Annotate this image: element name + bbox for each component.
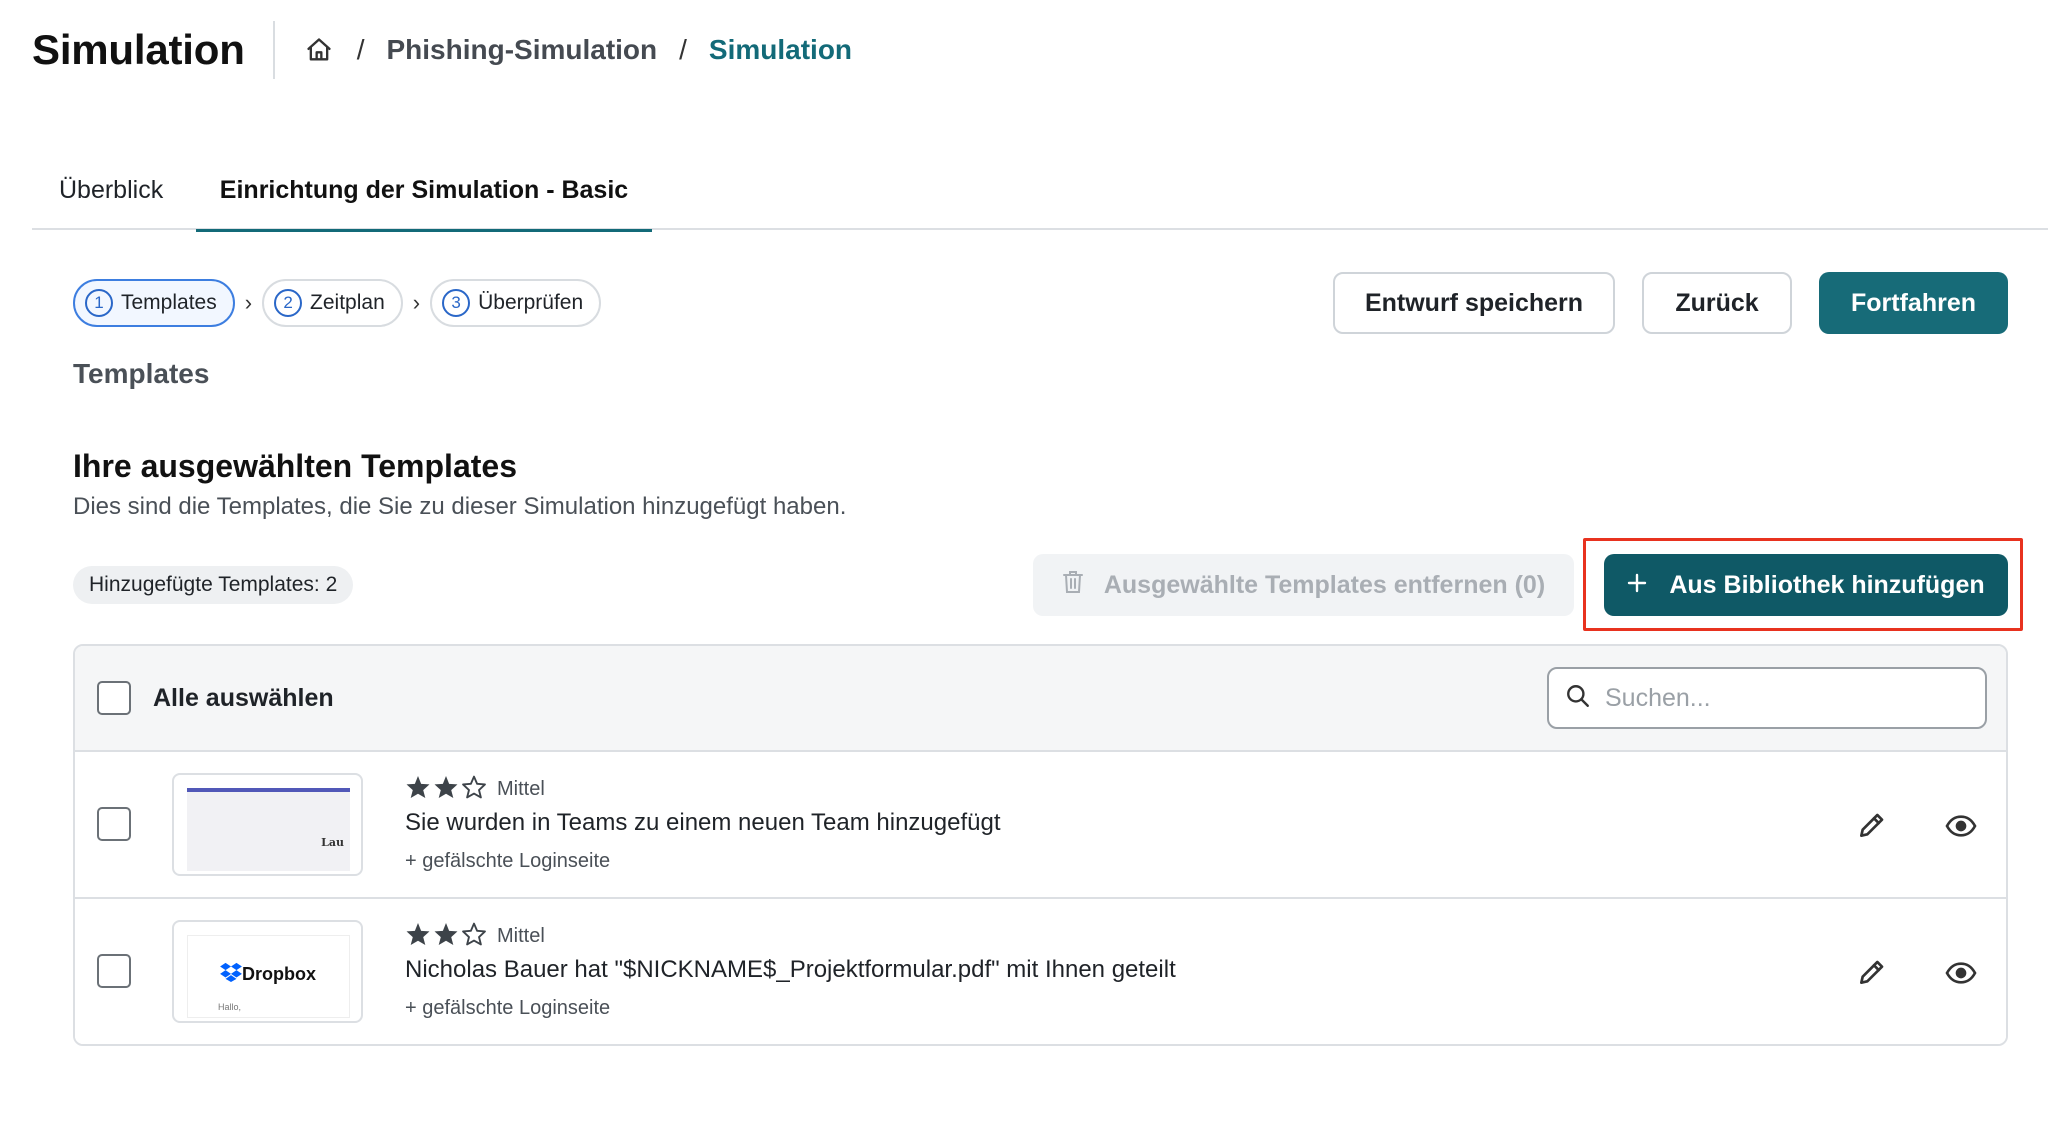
star-filled-icon: [405, 775, 433, 804]
star-empty-icon: [461, 922, 489, 951]
difficulty-level: Mittel: [497, 778, 545, 800]
breadcrumb-separator: /: [356, 34, 365, 65]
template-thumbnail[interactable]: Dropbox Hallo,: [172, 920, 363, 1023]
dropbox-logo: Dropbox: [220, 962, 316, 987]
step-label: Überprüfen: [478, 291, 584, 314]
table-row: Lau Mittel Sie wurden in Teams zu einem …: [75, 752, 2006, 899]
star-filled-icon: [405, 922, 433, 951]
back-button[interactable]: Zurück: [1642, 272, 1792, 334]
difficulty-rating: Mittel: [405, 922, 545, 951]
continue-button[interactable]: Fortfahren: [1819, 272, 2008, 334]
save-draft-button[interactable]: Entwurf speichern: [1333, 272, 1615, 334]
template-subtitle: + gefälschte Loginseite: [405, 850, 611, 872]
pencil-icon[interactable]: [1856, 956, 1888, 988]
template-subtitle: + gefälschte Loginseite: [405, 997, 611, 1019]
select-all-label: Alle auswählen: [153, 684, 334, 712]
section-label: Templates: [73, 358, 210, 389]
template-thumbnail[interactable]: Lau: [172, 773, 363, 876]
pencil-icon[interactable]: [1856, 809, 1888, 841]
search-icon: [1565, 683, 1591, 714]
template-title: Sie wurden in Teams zu einem neuen Team …: [405, 809, 1001, 836]
star-filled-icon: [433, 922, 461, 951]
search-input[interactable]: Suchen...: [1547, 667, 1987, 729]
eye-icon[interactable]: [1945, 957, 1977, 989]
thumbnail-greeting: Hallo,: [218, 1002, 242, 1012]
home-icon[interactable]: [305, 35, 335, 65]
eye-icon[interactable]: [1945, 810, 1977, 842]
tab-overview[interactable]: Überblick: [59, 150, 163, 230]
page-title: Simulation: [32, 26, 245, 73]
tab-setup-basic[interactable]: Einrichtung der Simulation - Basic: [196, 150, 652, 232]
remove-selected-button[interactable]: Ausgewählte Templates entfernen (0): [1033, 554, 1574, 616]
header-divider: [272, 21, 275, 79]
row-checkbox[interactable]: [97, 954, 131, 988]
breadcrumb: / Phishing-Simulation / Simulation: [305, 34, 852, 66]
difficulty-level: Mittel: [497, 925, 545, 947]
chevron-right-icon: ›: [244, 290, 253, 315]
difficulty-rating: Mittel: [405, 775, 545, 804]
step-label: Templates: [121, 291, 217, 314]
step-number: 2: [274, 289, 303, 317]
dropbox-brand-text: Dropbox: [242, 964, 316, 984]
chevron-right-icon: ›: [412, 290, 421, 315]
selected-templates-title: Ihre ausgewählten Templates: [73, 448, 517, 484]
star-filled-icon: [433, 775, 461, 804]
dropbox-icon: [220, 962, 242, 987]
star-empty-icon: [461, 775, 489, 804]
template-count-badge: Hinzugefügte Templates: 2: [73, 566, 354, 604]
table-header: Alle auswählen Suchen...: [75, 646, 2006, 752]
remove-selected-label: Ausgewählte Templates entfernen (0): [1103, 570, 1546, 599]
step-review[interactable]: 3 Überprüfen: [430, 279, 602, 327]
thumbnail-bar: [187, 788, 350, 792]
template-title: Nicholas Bauer hat "$NICKNAME$_Projektfo…: [405, 956, 1176, 983]
thumbnail-text: Lau: [321, 836, 344, 849]
table-row: Dropbox Hallo, Mittel Nicholas Bauer hat…: [75, 899, 2006, 1044]
breadcrumb-simulation[interactable]: Simulation: [709, 34, 852, 66]
row-checkbox[interactable]: [97, 807, 131, 841]
step-number: 1: [85, 289, 113, 317]
select-all-checkbox[interactable]: [97, 681, 131, 715]
highlight-annotation: [1583, 538, 2023, 631]
templates-table: Alle auswählen Suchen... Lau Mittel Sie …: [73, 644, 2008, 1046]
step-templates[interactable]: 1 Templates: [73, 279, 235, 327]
stepper: 1 Templates › 2 Zeitplan › 3 Überprüfen: [73, 279, 602, 327]
thumbnail-preview: Dropbox Hallo,: [187, 935, 350, 1018]
trash-icon: [1062, 570, 1084, 601]
page-header: Simulation / Phishing-Simulation / Simul…: [32, 20, 852, 80]
step-label: Zeitplan: [310, 291, 385, 314]
step-schedule[interactable]: 2 Zeitplan: [262, 279, 403, 327]
search-placeholder: Suchen...: [1605, 683, 1711, 712]
thumbnail-preview: Lau: [187, 788, 350, 871]
breadcrumb-phishing-simulation[interactable]: Phishing-Simulation: [386, 34, 657, 66]
step-number: 3: [442, 289, 471, 317]
breadcrumb-separator: /: [679, 34, 687, 65]
selected-templates-description: Dies sind die Templates, die Sie zu dies…: [73, 493, 847, 520]
tab-bar: Überblick Einrichtung der Simulation - B…: [32, 150, 2048, 232]
page: Simulation / Phishing-Simulation / Simul…: [0, 0, 2048, 1147]
